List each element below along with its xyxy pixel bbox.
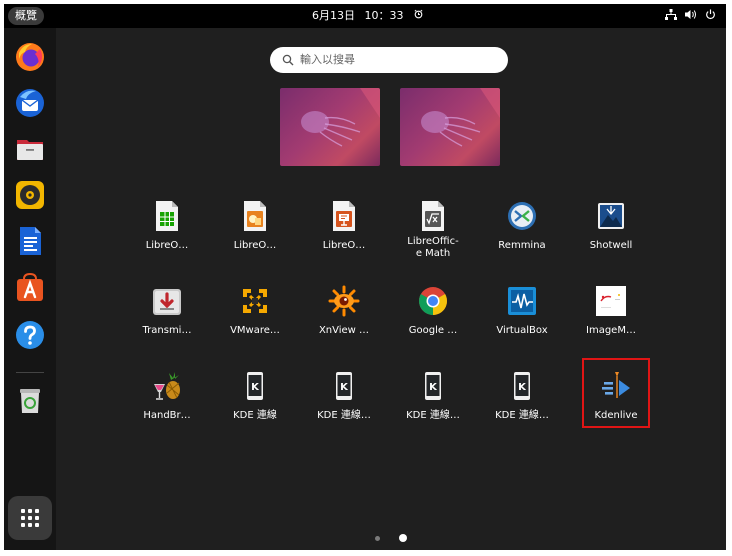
app-label: KDE 連線… [495,410,549,421]
app-shotwell[interactable]: Shotwell [570,194,652,274]
app-remmina[interactable]: Remmina [481,194,563,274]
help-icon [16,321,44,349]
svg-text:K: K [518,382,527,393]
app-libreoffice-math[interactable]: LibreOffic- e Math [392,194,474,274]
volume-icon [685,9,697,23]
app-vmware[interactable]: VMware… [214,279,296,359]
app-kde-connect-3[interactable]: K KDE 連線… [392,364,474,444]
svg-text:K: K [340,382,349,393]
imagemagick-icon [596,286,626,316]
app-libreoffice-impress[interactable]: LibreO… [214,194,296,274]
power-icon [705,9,716,23]
app-label: ImageM… [586,325,636,336]
shotwell-icon [598,203,624,229]
app-label: LibreOffic- e Math [407,236,459,259]
vmware-icon [243,289,267,313]
app-label: VirtualBox [496,325,548,336]
alarm-icon [413,9,424,22]
app-label: LibreO… [322,240,366,251]
kdeconnect-icon: K [425,372,441,400]
top-bar: 概覽 6月13日 10：33 [4,4,726,28]
page-dot-2-active[interactable] [399,534,407,542]
page-dot-1[interactable] [375,536,380,541]
app-imagemagick[interactable]: ImageM… [570,279,652,359]
dock-thunderbird[interactable] [13,86,47,120]
app-label: LibreO… [233,240,277,251]
kdeconnect-icon: K [514,372,530,400]
app-label: Transmi… [142,325,192,336]
dock-app-center[interactable] [13,270,47,304]
app-label: Google … [408,325,458,336]
selection-highlight [582,358,650,428]
search-icon [282,54,294,66]
search-input[interactable]: 輸入以搜尋 [270,47,508,73]
workspace-thumbnail-1[interactable] [280,88,380,166]
app-libreoffice-calc[interactable]: LibreO… [126,194,208,274]
app-google-chrome[interactable]: Google … [392,279,474,359]
app-kde-connect-1[interactable]: K KDE 連線 [214,364,296,444]
transmission-icon [153,289,181,315]
writer-icon [20,227,41,255]
dock-separator [16,372,44,373]
thunderbird-icon [16,89,44,117]
libreoffice-impress-icon [244,201,266,231]
virtualbox-icon [508,287,536,315]
app-label: LibreO… [145,240,189,251]
network-icon [665,9,677,23]
trash-icon [20,389,40,413]
app-label: KDE 連線 [233,410,277,421]
svg-text:K: K [429,382,438,393]
workspace-thumbnail-2[interactable] [400,88,500,166]
app-label: VMware… [230,325,280,336]
dock-files[interactable] [13,132,47,166]
clock-date: 6月13日 [312,9,355,22]
jellyfish-wallpaper-icon [301,88,380,147]
app-label: HandBr… [143,410,191,421]
app-label: Remmina [498,240,546,251]
app-kde-connect-4[interactable]: K KDE 連線… [481,364,563,444]
clock-time: 10：33 [364,9,404,22]
app-label: Shotwell [589,240,633,251]
dock-rhythmbox[interactable] [13,178,47,212]
kdeconnect-icon: K [247,372,263,400]
firefox-icon [16,43,44,71]
kdeconnect-icon: K [336,372,352,400]
xnview-icon [328,285,360,317]
desktop: 概覽 6月13日 10：33 輸入以搜尋 LibreO… LibreO… Lib… [4,4,726,550]
app-grid-icon [21,509,39,527]
dock-trash[interactable] [13,382,47,416]
system-menu[interactable] [665,4,716,28]
app-handbrake[interactable]: HandBr… [126,364,208,444]
libreoffice-math-icon [422,201,444,231]
app-label: XnView … [318,325,370,336]
app-label: KDE 連線… [406,410,460,421]
app-grid-view: 輸入以搜尋 LibreO… LibreO… LibreO… LibreOffic… [56,28,726,550]
app-virtualbox[interactable]: VirtualBox [481,279,563,359]
files-icon [17,140,43,160]
libreoffice-calc-icon [156,201,178,231]
app-transmission[interactable]: Transmi… [126,279,208,359]
dock-firefox[interactable] [13,40,47,74]
rhythmbox-icon [16,181,44,209]
jellyfish-wallpaper-icon [421,88,500,147]
svg-text:K: K [251,382,260,393]
clock[interactable]: 6月13日 10：33 [4,4,726,28]
app-center-icon [17,272,43,301]
chrome-icon [419,287,447,315]
handbrake-icon [154,372,180,400]
app-kde-connect-2[interactable]: K KDE 連線… [303,364,385,444]
remmina-icon [508,202,536,230]
libreoffice-impress-alt-icon [333,201,355,231]
app-xnview[interactable]: XnView … [303,279,385,359]
show-apps-button[interactable] [8,496,52,540]
app-libreoffice-impress-2[interactable]: LibreO… [303,194,385,274]
dock-help[interactable] [13,318,47,352]
app-label: KDE 連線… [317,410,371,421]
dock [4,28,56,550]
search-placeholder: 輸入以搜尋 [300,53,355,66]
dock-writer[interactable] [13,224,47,258]
